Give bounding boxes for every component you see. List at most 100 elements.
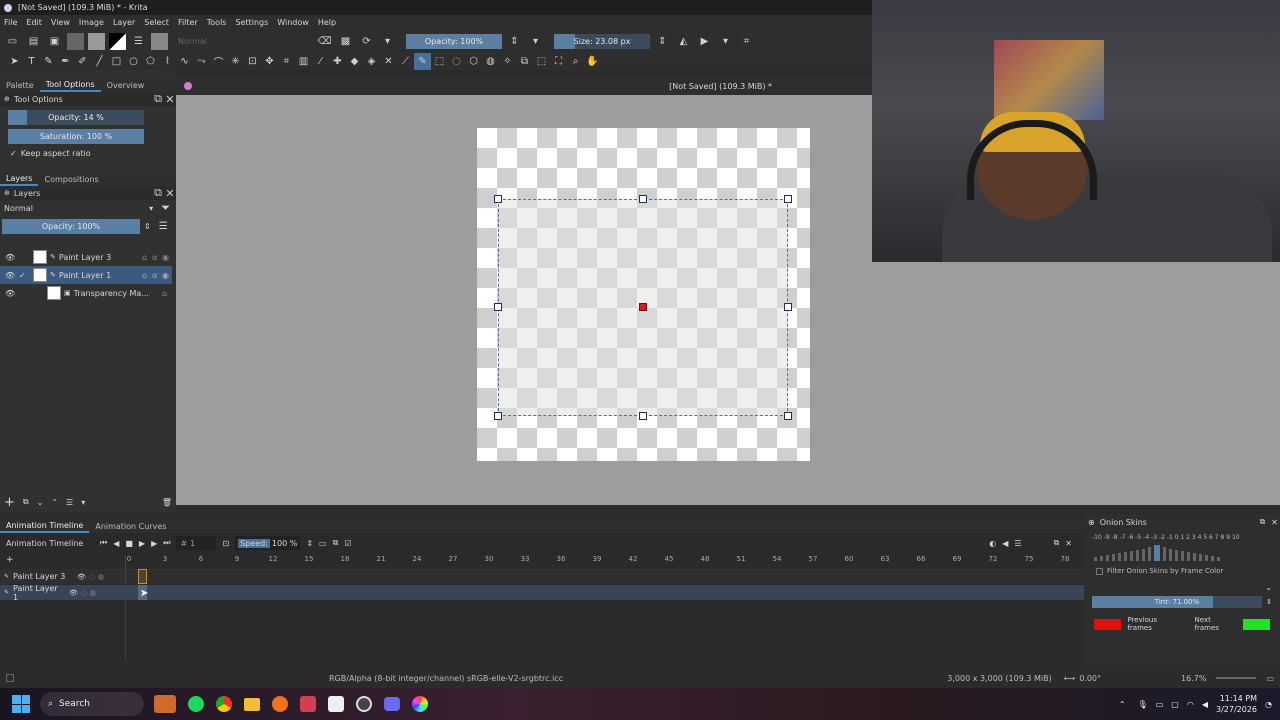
multibrush-icon[interactable]: ✳ bbox=[227, 53, 244, 70]
onion-bar[interactable] bbox=[1118, 553, 1121, 561]
eye-icon[interactable]: 👁 bbox=[5, 289, 19, 298]
previous-frames-swatch[interactable] bbox=[1094, 618, 1122, 630]
save-icon[interactable]: ▣ bbox=[46, 33, 63, 50]
onion-bar[interactable] bbox=[1112, 554, 1115, 561]
firefox-icon[interactable] bbox=[272, 696, 288, 712]
tab-animation-curves[interactable]: Animation Curves bbox=[89, 519, 172, 533]
pattern-icon[interactable] bbox=[67, 32, 84, 50]
onion-opacity-bars[interactable] bbox=[1094, 543, 1280, 561]
onion-bar-current[interactable] bbox=[1154, 545, 1160, 561]
onion-bar[interactable] bbox=[1199, 554, 1202, 561]
onion-bar[interactable] bbox=[1193, 553, 1196, 561]
menu-settings[interactable]: Settings bbox=[235, 18, 268, 27]
close-icon[interactable]: ✕ bbox=[1065, 539, 1072, 548]
color-picker-icon[interactable]: ⁄ bbox=[312, 53, 329, 70]
frame-spinbox[interactable]: #1 bbox=[176, 536, 217, 550]
inherit-alpha-icon[interactable]: ◉ bbox=[162, 271, 172, 280]
menu-layer[interactable]: Layer bbox=[113, 18, 135, 27]
zoom-tool-icon[interactable]: ⌕ bbox=[567, 53, 584, 70]
transform-handle-tl[interactable] bbox=[494, 195, 502, 203]
chevron-down-icon[interactable]: ▾ bbox=[527, 33, 544, 50]
chevron-down-icon[interactable]: ▾ bbox=[717, 33, 734, 50]
eye-icon[interactable]: 👁 bbox=[69, 589, 78, 597]
lock-icon[interactable]: ⌂ bbox=[142, 271, 152, 280]
krita-taskbar-icon[interactable] bbox=[412, 696, 428, 712]
canvas-tab-title[interactable]: [Not Saved] (109.3 MiB) * bbox=[669, 82, 772, 91]
enclose-fill-icon[interactable]: ◈ bbox=[363, 53, 380, 70]
calligraphy-icon[interactable]: ✒ bbox=[57, 53, 74, 70]
menu-help[interactable]: Help bbox=[318, 18, 336, 27]
pin-icon[interactable]: ✎ bbox=[4, 573, 9, 580]
last-frame-icon[interactable]: ⏭ bbox=[163, 538, 170, 548]
saturation-slider[interactable]: Saturation: 100 % bbox=[8, 129, 144, 144]
tab-palette[interactable]: Palette bbox=[0, 78, 40, 92]
bezier-tool-icon[interactable]: ∿ bbox=[176, 53, 193, 70]
audio-icon[interactable]: ◀ bbox=[1002, 539, 1008, 548]
menu-file[interactable]: File bbox=[4, 18, 17, 27]
spin-icon[interactable]: ⇕ bbox=[654, 33, 671, 50]
onion-skin-icon[interactable]: ◐ bbox=[989, 539, 996, 548]
brush-preset-icon[interactable] bbox=[151, 32, 168, 50]
battery-icon[interactable]: ▭ bbox=[1156, 700, 1164, 709]
move-up-icon[interactable]: ⌃ bbox=[51, 498, 58, 507]
timeline-layer-row[interactable]: ✎ Paint Layer 3 👁 ◌ ◍ bbox=[0, 569, 1084, 584]
select-shapes-icon[interactable]: ➤ bbox=[6, 53, 23, 70]
rectangle-tool-icon[interactable]: □ bbox=[108, 53, 125, 70]
fullscreen-icon[interactable]: ▭ bbox=[1266, 674, 1274, 683]
smart-patch-icon[interactable]: ✚ bbox=[329, 53, 346, 70]
onion-bar[interactable] bbox=[1169, 549, 1172, 561]
onion-bar[interactable] bbox=[1130, 551, 1133, 561]
delete-layer-icon[interactable]: 🗑 bbox=[162, 498, 172, 507]
float-icon[interactable]: ⧉ bbox=[1260, 517, 1266, 527]
play-icon[interactable]: ▶ bbox=[139, 539, 145, 548]
discord-icon[interactable] bbox=[384, 697, 400, 711]
onion-bar[interactable] bbox=[1163, 547, 1166, 561]
transform-handle-r[interactable] bbox=[784, 303, 792, 311]
prev-frame-icon[interactable]: ◀ bbox=[113, 539, 119, 548]
magnetic-select-icon[interactable]: ⛶ bbox=[550, 53, 567, 70]
mic-icon[interactable]: 🎙 bbox=[1138, 700, 1148, 709]
range-icon[interactable]: ⧉ bbox=[333, 538, 339, 548]
freehand-path-icon[interactable]: ⤳ bbox=[193, 53, 210, 70]
onion-bar[interactable] bbox=[1136, 550, 1139, 561]
mirror-vertical-icon[interactable]: ▶ bbox=[696, 33, 713, 50]
first-frame-icon[interactable]: ⏮ bbox=[100, 538, 107, 548]
onion-bar[interactable] bbox=[1148, 547, 1151, 561]
duplicate-layer-icon[interactable]: ⧉ bbox=[23, 497, 29, 507]
polygon-select-icon[interactable]: ⬡ bbox=[465, 53, 482, 70]
crop-tool-icon[interactable]: ⌗ bbox=[278, 53, 295, 70]
text-tool-icon[interactable]: T bbox=[23, 53, 40, 70]
menu-view[interactable]: View bbox=[51, 18, 70, 27]
checkbox-checked-icon[interactable]: ✓ bbox=[10, 149, 17, 158]
eye-icon[interactable]: 👁 bbox=[5, 271, 19, 280]
widgets-icon[interactable] bbox=[154, 695, 176, 713]
onion-bar[interactable] bbox=[1124, 552, 1127, 561]
onion-bar[interactable] bbox=[1100, 556, 1103, 561]
tab-animation-timeline[interactable]: Animation Timeline bbox=[0, 519, 90, 533]
ellipse-select-icon[interactable]: ◌ bbox=[448, 53, 465, 70]
keyframe-cell[interactable] bbox=[138, 569, 147, 584]
gradient-tool-icon[interactable]: ▥ bbox=[295, 53, 312, 70]
toolbar-opacity-slider[interactable]: Opacity: 100% bbox=[406, 33, 502, 49]
properties-icon[interactable]: ☰ bbox=[66, 498, 73, 507]
layer-blend-select[interactable]: Normal ▾ ⏷ bbox=[0, 200, 176, 216]
toolbar-size-slider[interactable]: Size: 23.08 px bbox=[554, 33, 650, 49]
crop-icon[interactable]: ⌗ bbox=[738, 33, 755, 50]
float-icon[interactable]: ⧉ bbox=[152, 90, 164, 108]
layer-row-selected[interactable]: 👁 ✓ ✎ Paint Layer 1 ⌂ α ◉ bbox=[0, 266, 172, 284]
display-icon[interactable]: ▢ bbox=[1171, 700, 1179, 709]
chevron-down-icon[interactable]: ▾ bbox=[379, 33, 396, 50]
layer-row[interactable]: 👁 ✎ Paint Layer 3 ⌂ α ◉ bbox=[0, 248, 172, 266]
fill-tool-icon[interactable]: ◆ bbox=[346, 53, 363, 70]
menu-window[interactable]: Window bbox=[277, 18, 309, 27]
inherit-alpha-icon[interactable]: ◉ bbox=[162, 253, 172, 262]
menu-icon[interactable]: ☰ bbox=[1014, 539, 1021, 548]
file-explorer-icon[interactable] bbox=[244, 697, 260, 711]
volume-icon[interactable]: ◀ bbox=[1202, 700, 1208, 709]
menu-filter[interactable]: Filter bbox=[178, 18, 198, 27]
new-document-icon[interactable]: ▭ bbox=[4, 33, 21, 50]
checkbox-checked-icon[interactable]: ✓ bbox=[19, 271, 33, 280]
clock[interactable]: 11:14 PM 3/27/2026 bbox=[1216, 693, 1257, 715]
lock-icon[interactable]: ◍ bbox=[90, 589, 96, 597]
measure-tool-icon[interactable]: ⟋ bbox=[397, 53, 414, 70]
